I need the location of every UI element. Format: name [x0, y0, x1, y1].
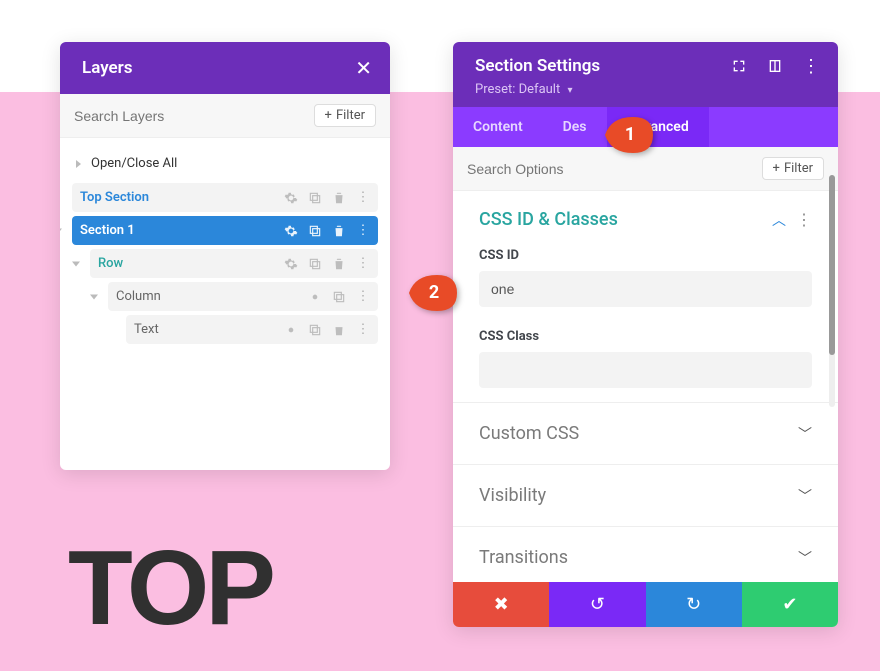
- chevron-down-icon[interactable]: [72, 261, 80, 266]
- duplicate-icon[interactable]: [308, 224, 322, 238]
- redo-button[interactable]: ↻: [646, 582, 742, 627]
- layer-label: Section 1: [80, 223, 284, 238]
- section-title: Transitions: [479, 547, 568, 568]
- close-icon[interactable]: ✕: [355, 56, 372, 80]
- filter-label: Filter: [336, 108, 365, 123]
- annotation-marker-1: 1: [603, 115, 651, 155]
- layer-actions: ⋮: [284, 257, 370, 271]
- preset-prefix: Preset:: [475, 82, 515, 97]
- settings-search-input[interactable]: [467, 157, 752, 180]
- layers-search-row: + Filter: [60, 94, 390, 138]
- chevron-up-icon: ︿: [772, 210, 786, 230]
- layer-actions: ⋮: [284, 191, 370, 205]
- filter-label: Filter: [784, 161, 813, 176]
- chevron-down-icon[interactable]: [90, 294, 98, 299]
- drag-icon[interactable]: [766, 57, 784, 75]
- css-id-field-block: CSS ID: [453, 240, 838, 321]
- layers-filter-button[interactable]: + Filter: [314, 104, 376, 127]
- more-icon[interactable]: ⋮: [356, 257, 370, 271]
- trash-icon[interactable]: [332, 191, 346, 205]
- layer-label: Top Section: [80, 190, 284, 205]
- layer-item-top-section[interactable]: Top Section ⋮: [72, 183, 378, 212]
- trash-icon[interactable]: [332, 257, 346, 271]
- more-icon[interactable]: ⋮: [802, 57, 820, 75]
- layer-item-text[interactable]: Text ⋮: [126, 315, 378, 344]
- open-close-all-toggle[interactable]: Open/Close All: [72, 146, 378, 183]
- preset-value: Default: [519, 82, 561, 97]
- settings-footer: ✖ ↺ ↻ ✔: [453, 582, 838, 627]
- gear-icon[interactable]: [284, 224, 298, 238]
- gear-icon[interactable]: [308, 290, 322, 304]
- css-id-input[interactable]: [479, 271, 812, 307]
- duplicate-icon[interactable]: [332, 290, 346, 304]
- layers-search-input[interactable]: [74, 104, 304, 127]
- annotation-number: 2: [429, 282, 439, 303]
- duplicate-icon[interactable]: [308, 257, 322, 271]
- css-class-field-block: CSS Class: [453, 321, 838, 402]
- settings-title: Section Settings: [475, 56, 600, 76]
- chevron-down-icon: ﹀: [798, 424, 812, 444]
- redo-icon: ↻: [686, 594, 701, 615]
- tab-content[interactable]: Content: [453, 107, 543, 147]
- scrollbar-thumb[interactable]: [829, 175, 835, 355]
- layer-label: Column: [116, 289, 308, 304]
- tab-design[interactable]: Des: [543, 107, 607, 147]
- gear-icon[interactable]: [284, 257, 298, 271]
- section-title: Custom CSS: [479, 423, 579, 444]
- section-title: Visibility: [479, 485, 546, 506]
- chevron-down-icon: ﹀: [798, 486, 812, 506]
- duplicate-icon[interactable]: [308, 191, 322, 205]
- settings-header: Section Settings ⋮ Preset: Default ▾: [453, 42, 838, 107]
- layer-item-row[interactable]: Row ⋮: [90, 249, 378, 278]
- annotation-marker-2: 2: [407, 273, 455, 313]
- more-icon[interactable]: ⋮: [356, 323, 370, 337]
- more-icon[interactable]: ⋮: [356, 290, 370, 304]
- trash-icon[interactable]: [332, 323, 346, 337]
- annotation-number: 1: [625, 124, 635, 145]
- layers-panel: Layers ✕ + Filter Open/Close All Top Sec…: [60, 42, 390, 470]
- section-css-id-classes-toggle[interactable]: CSS ID & Classes ︿ ⋮: [453, 191, 838, 240]
- expand-icon[interactable]: [730, 57, 748, 75]
- preset-selector[interactable]: Preset: Default ▾: [475, 82, 820, 97]
- more-icon[interactable]: ⋮: [796, 210, 812, 229]
- css-id-label: CSS ID: [479, 248, 812, 263]
- section-transitions-toggle[interactable]: Transitions ﹀: [453, 526, 838, 588]
- gear-icon[interactable]: [284, 323, 298, 337]
- settings-filter-button[interactable]: + Filter: [762, 157, 824, 180]
- layers-title: Layers: [82, 58, 133, 78]
- more-icon[interactable]: ⋮: [356, 224, 370, 238]
- chevron-down-icon: ▾: [567, 85, 572, 96]
- trash-icon[interactable]: [332, 224, 346, 238]
- close-icon: ✖: [494, 594, 509, 615]
- section-custom-css-toggle[interactable]: Custom CSS ﹀: [453, 402, 838, 464]
- section-title: CSS ID & Classes: [479, 209, 618, 230]
- layers-body: Open/Close All Top Section ⋮ Section 1: [60, 138, 390, 356]
- section-visibility-toggle[interactable]: Visibility ﹀: [453, 464, 838, 526]
- layer-label: Row: [98, 256, 284, 271]
- layer-label: Text: [134, 322, 284, 337]
- layer-item-section-1[interactable]: Section 1 ⋮: [72, 216, 378, 245]
- cancel-button[interactable]: ✖: [453, 582, 549, 627]
- undo-icon: ↺: [590, 594, 605, 615]
- open-close-label: Open/Close All: [91, 156, 177, 171]
- chevron-right-icon: [76, 160, 81, 168]
- chevron-down-icon: ﹀: [798, 548, 812, 568]
- page-heading-top: TOP: [68, 528, 272, 649]
- duplicate-icon[interactable]: [308, 323, 322, 337]
- undo-button[interactable]: ↺: [549, 582, 645, 627]
- more-icon[interactable]: ⋮: [356, 191, 370, 205]
- chevron-down-icon[interactable]: [60, 228, 62, 233]
- layer-actions: ⋮: [284, 323, 370, 337]
- gear-icon[interactable]: [284, 191, 298, 205]
- confirm-button[interactable]: ✔: [742, 582, 838, 627]
- plus-icon: +: [325, 108, 332, 123]
- layer-actions: ⋮: [284, 224, 370, 238]
- css-class-label: CSS Class: [479, 329, 812, 344]
- plus-icon: +: [773, 161, 780, 176]
- check-icon: ✔: [782, 594, 797, 615]
- layer-item-column[interactable]: Column ⋮: [108, 282, 378, 311]
- layers-header: Layers ✕: [60, 42, 390, 94]
- layer-actions: ⋮: [308, 290, 370, 304]
- css-class-input[interactable]: [479, 352, 812, 388]
